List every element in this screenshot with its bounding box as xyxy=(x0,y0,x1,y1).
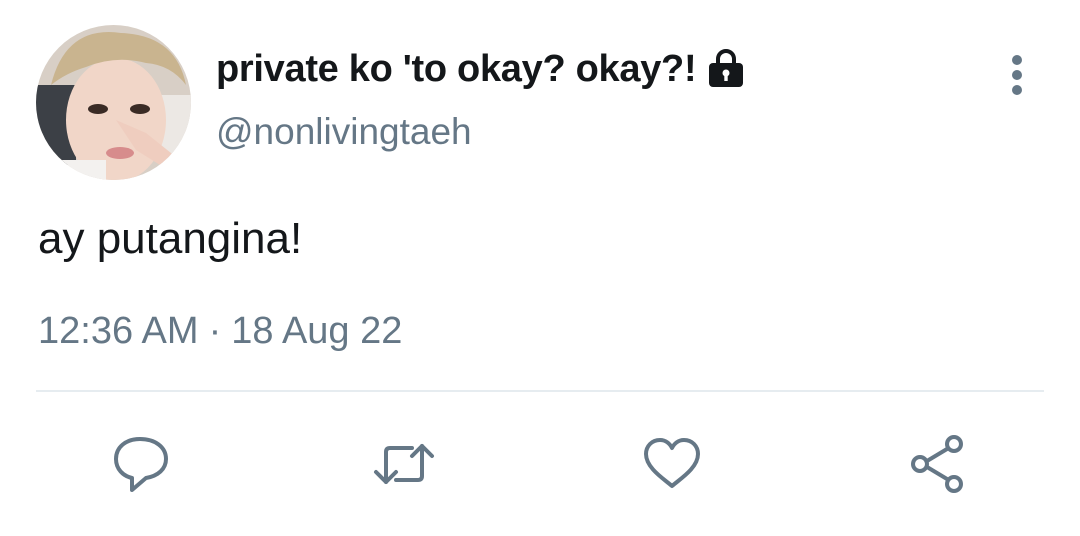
retweet-button[interactable] xyxy=(372,432,436,496)
avatar[interactable] xyxy=(36,25,191,180)
divider xyxy=(36,390,1044,392)
user-handle[interactable]: @nonlivingtaeh xyxy=(216,111,472,153)
tweet-card: private ko 'to okay? okay?! @nonlivingta… xyxy=(0,0,1080,536)
lock-icon xyxy=(706,49,746,89)
tweet-text: ay putangina! xyxy=(38,214,303,263)
share-button[interactable] xyxy=(906,432,970,496)
heart-icon xyxy=(644,438,700,488)
reply-button[interactable] xyxy=(108,432,172,496)
timestamp-separator: · xyxy=(208,310,222,352)
display-name-row: private ko 'to okay? okay?! xyxy=(216,44,746,94)
like-button[interactable] xyxy=(640,432,704,496)
more-vertical-icon[interactable] xyxy=(1000,52,1034,100)
retweet-icon xyxy=(374,444,434,484)
timestamp: 12:36 AM · 18 Aug 22 xyxy=(38,310,402,353)
display-name[interactable]: private ko 'to okay? okay?! xyxy=(216,48,697,91)
share-icon xyxy=(911,435,963,493)
reply-icon xyxy=(114,437,168,492)
avatar-image xyxy=(36,25,191,180)
tweet-date: 18 Aug 22 xyxy=(231,310,403,352)
tweet-time: 12:36 AM xyxy=(38,310,199,352)
